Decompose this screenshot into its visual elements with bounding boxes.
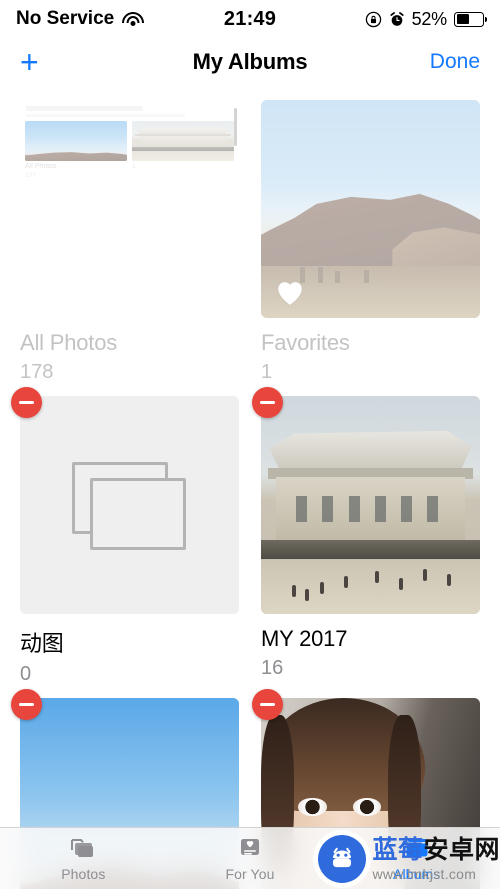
album-tile-dongtu[interactable]: 动图 0 — [11, 387, 239, 686]
photos-albums-screen: No Service 21:49 52% + My Albums Done Al… — [0, 0, 500, 889]
album-count: 178 — [20, 361, 54, 383]
album-title: MY 2017 — [261, 626, 348, 651]
album-thumbnail[interactable] — [20, 396, 239, 614]
site-watermark: 蓝莓安卓网 www.lmkjst.com — [318, 835, 500, 883]
android-robot-logo — [318, 835, 367, 883]
album-title: Favorites — [261, 330, 350, 355]
album-tile-my-2017[interactable]: MY 2017 16 — [252, 387, 480, 686]
album-count: 1 — [261, 361, 273, 383]
album-thumbnail[interactable] — [261, 396, 480, 614]
nested-scrollbar — [234, 108, 237, 146]
delete-album-badge[interactable] — [11, 689, 42, 720]
album-tile-all-photos[interactable]: All Photos 177 1 All Photos 178 — [20, 100, 239, 384]
album-thumbnail[interactable]: All Photos 177 1 — [20, 100, 239, 318]
for-you-card-icon — [236, 836, 264, 862]
heart-icon — [278, 282, 302, 305]
delete-album-badge[interactable] — [252, 689, 283, 720]
railway-station-photo — [261, 396, 480, 614]
empty-album-placeholder-icon — [20, 396, 239, 614]
nested-item-count: 177 — [25, 171, 36, 179]
alarm-clock-icon — [389, 11, 404, 26]
tab-for-you[interactable]: For You — [167, 836, 334, 882]
nested-item: 1 — [132, 121, 234, 180]
navigation-bar: + My Albums Done — [0, 38, 500, 86]
albums-grid: All Photos 177 1 All Photos 178 Favorite… — [0, 86, 500, 889]
watermark-name-blue: 蓝莓 — [372, 835, 424, 864]
done-button[interactable]: Done — [430, 50, 480, 74]
photos-stack-icon — [69, 836, 97, 862]
nested-screenshot-thumbnail: All Photos 177 1 — [20, 100, 239, 318]
album-tile-favorites[interactable]: Favorites 1 — [261, 100, 480, 384]
tab-label: Photos — [61, 865, 106, 882]
album-title: 动图 — [20, 631, 64, 656]
battery-icon — [454, 11, 487, 27]
rotation-lock-icon — [365, 11, 381, 27]
status-bar-clock: 21:49 — [223, 7, 277, 30]
album-title: All Photos — [20, 330, 118, 355]
wifi-icon — [122, 11, 145, 27]
watermark-name-black: 安卓网 — [423, 835, 500, 864]
status-bar-left: No Service — [16, 8, 224, 30]
nested-item-count: 1 — [132, 163, 136, 170]
status-bar-right: 52% — [276, 8, 487, 30]
tab-photos[interactable]: Photos — [0, 836, 167, 882]
battery-percent-label: 52% — [411, 8, 448, 29]
watermark-url: www.lmkjst.com — [372, 865, 477, 882]
status-bar: No Service 21:49 52% — [0, 0, 500, 38]
nested-item-title: All Photos — [25, 163, 57, 170]
watermark-text: 蓝莓安卓网 www.lmkjst.com — [372, 835, 500, 882]
album-thumbnail[interactable] — [261, 100, 480, 318]
album-count: 16 — [261, 657, 284, 679]
add-album-button[interactable]: + — [20, 46, 60, 78]
delete-album-badge[interactable] — [11, 387, 42, 418]
albums-scroll-area[interactable]: All Photos 177 1 All Photos 178 Favorite… — [0, 86, 500, 889]
carrier-label: No Service — [16, 8, 115, 29]
nested-item: All Photos 177 — [25, 121, 127, 180]
album-count: 0 — [20, 663, 32, 685]
delete-album-badge[interactable] — [252, 387, 283, 418]
tab-label: For You — [225, 865, 275, 882]
page-title: My Albums — [192, 49, 308, 74]
